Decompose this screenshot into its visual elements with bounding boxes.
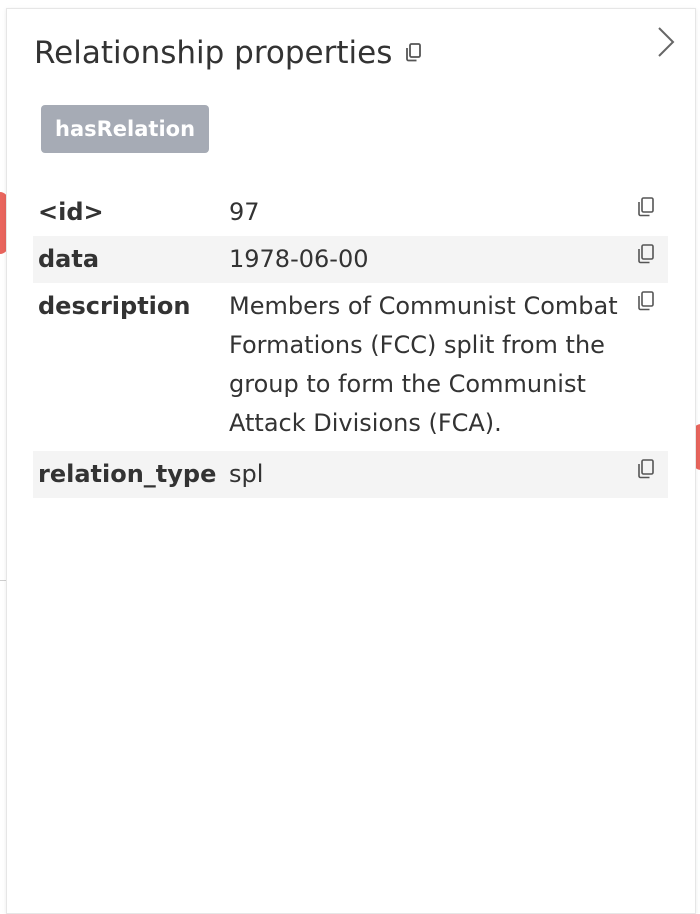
relationship-type-badge[interactable]: hasRelation (41, 105, 210, 153)
chevron-right-icon (658, 27, 675, 57)
property-row-data: data 1978-06-00 (33, 236, 668, 283)
property-row-relation-type: relation_type spl (33, 451, 668, 498)
panel-header: Relationship properties (34, 35, 424, 71)
collapse-panel-button[interactable] (653, 25, 677, 59)
copy-icon[interactable] (636, 458, 656, 480)
copy-icon[interactable] (404, 42, 424, 64)
panel-title: Relationship properties (34, 35, 393, 71)
property-value: spl (229, 460, 264, 488)
graph-canvas[interactable]: Relationship properties hasRelation <id>… (0, 0, 700, 914)
copy-icon[interactable] (636, 196, 656, 218)
property-value: 1978-06-00 (229, 245, 369, 273)
property-value: 97 (229, 198, 260, 226)
copy-icon[interactable] (636, 290, 656, 312)
property-key: description (38, 292, 191, 320)
copy-icon[interactable] (636, 243, 656, 265)
property-key: relation_type (38, 460, 217, 488)
property-key: <id> (38, 198, 104, 226)
property-row-description: description Members of Communist Combat … (33, 283, 668, 451)
property-key: data (38, 245, 100, 273)
relationship-inspector-panel: Relationship properties hasRelation <id>… (6, 8, 696, 914)
property-value: Members of Communist Combat Formations (… (229, 292, 618, 437)
properties-table: <id> 97 data 1978-06-00 description Memb… (33, 189, 668, 498)
property-row-id: <id> 97 (33, 189, 668, 236)
